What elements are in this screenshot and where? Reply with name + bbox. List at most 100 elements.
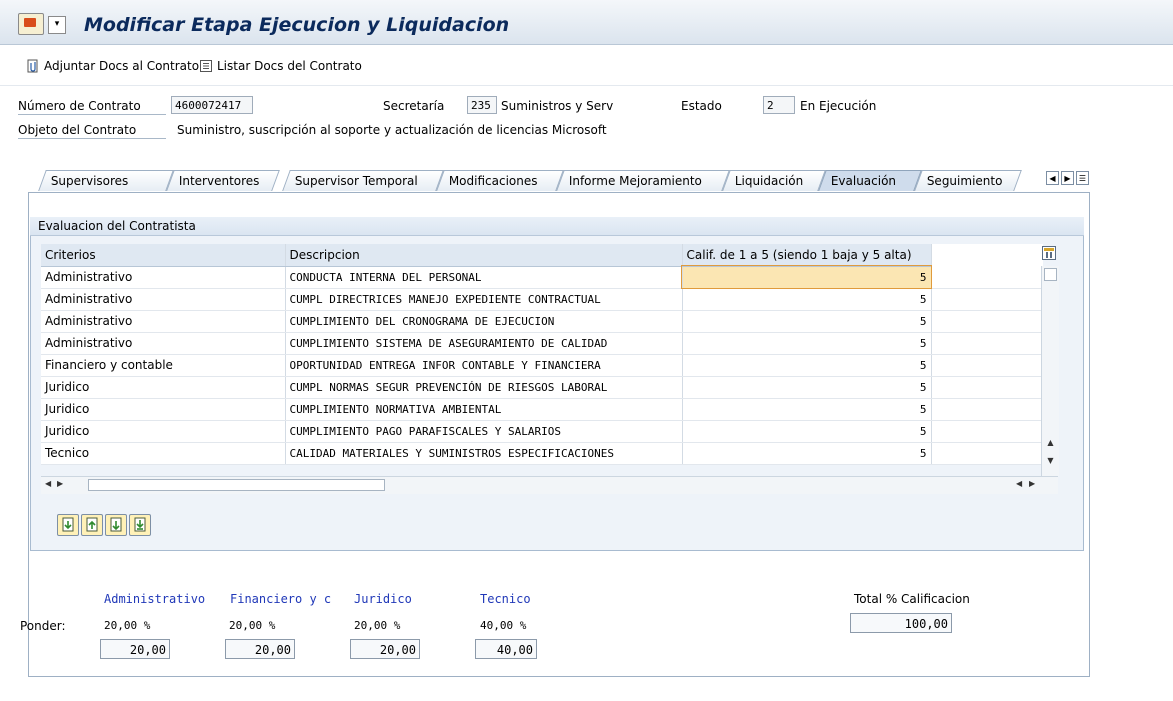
- cell-descripcion: CUMPLIMIENTO NORMATIVA AMBIENTAL: [285, 398, 683, 421]
- tab-label: Supervisor Temporal: [294, 174, 418, 188]
- objeto-label: Objeto del Contrato: [18, 123, 166, 139]
- secretaria-code-field[interactable]: 235: [467, 96, 497, 114]
- cell-calificacion-input[interactable]: 5: [682, 442, 932, 465]
- horizontal-scrollbar[interactable]: ◀ ▶ ◀ ▶: [41, 476, 1058, 494]
- append-row-icon: [86, 517, 98, 532]
- cell-descripcion: CUMPL NORMAS SEGUR PREVENCIÓN DE RIESGOS…: [285, 376, 683, 399]
- ponder-pct-administrativo: 20,00 %: [104, 619, 151, 632]
- contract-number-label: Número de Contrato: [18, 99, 166, 115]
- table-row[interactable]: Administrativo CUMPL DIRECTRICES MANEJO …: [41, 288, 1043, 311]
- move-down-icon: [110, 517, 122, 532]
- scroll-left-icon[interactable]: ◀: [45, 479, 51, 488]
- config-icon[interactable]: [1042, 246, 1056, 260]
- cell-criterio: Financiero y contable: [41, 354, 286, 377]
- estado-text: En Ejecución: [800, 99, 877, 113]
- cell-calificacion-input[interactable]: 5: [682, 288, 932, 311]
- cell-calificacion-input[interactable]: 5: [682, 354, 932, 377]
- column-header-criterios[interactable]: Criterios: [41, 244, 286, 267]
- cell-criterio: Administrativo: [41, 332, 286, 355]
- ponder-value-administrativo[interactable]: 20,00: [100, 639, 170, 659]
- column-header-calificacion[interactable]: Calif. de 1 a 5 (siendo 1 baja y 5 alta): [682, 244, 932, 267]
- ponder-pct-juridico: 20,00 %: [354, 619, 401, 632]
- cell-calificacion-input[interactable]: 5: [681, 265, 932, 289]
- insert-row-icon: [62, 517, 74, 532]
- table-row[interactable]: Juridico CUMPLIMIENTO NORMATIVA AMBIENTA…: [41, 398, 1043, 421]
- table-filler: [931, 376, 1043, 399]
- scroll-left-icon[interactable]: ◀: [1016, 479, 1022, 488]
- tab-label: Liquidación: [734, 174, 804, 188]
- table-row[interactable]: Juridico CUMPLIMIENTO PAGO PARAFISCALES …: [41, 420, 1043, 443]
- cell-calificacion-input[interactable]: 5: [682, 420, 932, 443]
- tab-label: Evaluación: [830, 174, 897, 188]
- tab-label: Informe Mejoramiento: [568, 174, 702, 188]
- table-row[interactable]: Administrativo CUMPLIMIENTO DEL CRONOGRA…: [41, 310, 1043, 333]
- contract-number-field[interactable]: 4600072417: [171, 96, 253, 114]
- cell-calificacion-input[interactable]: 5: [682, 310, 932, 333]
- tab-label: Modificaciones: [448, 174, 538, 188]
- append-row-button[interactable]: [81, 514, 103, 536]
- total-calificacion-field[interactable]: 100,00: [850, 613, 952, 633]
- tab-nav-left-icon[interactable]: ◀: [1046, 171, 1059, 185]
- cell-calificacion-input[interactable]: 5: [682, 398, 932, 421]
- list-icon: [200, 60, 212, 72]
- table-header-row: Criterios Descripcion Calif. de 1 a 5 (s…: [41, 244, 1043, 267]
- scroll-right-icon[interactable]: ▶: [1029, 479, 1035, 488]
- tab-liquidacion[interactable]: Liquidación: [722, 170, 826, 191]
- cell-descripcion: CALIDAD MATERIALES Y SUMINISTROS ESPECIF…: [285, 442, 683, 465]
- ponder-pct-financiero: 20,00 %: [229, 619, 276, 632]
- ponder-value-financiero[interactable]: 20,00: [225, 639, 295, 659]
- column-header-descripcion[interactable]: Descripcion: [285, 244, 683, 267]
- scroll-thumb[interactable]: [1044, 268, 1057, 281]
- tab-supervisor-temporal[interactable]: Supervisor Temporal: [282, 170, 444, 191]
- list-docs-label: Listar Docs del Contrato: [217, 59, 362, 73]
- cell-calificacion-input[interactable]: 5: [682, 376, 932, 399]
- tab-evaluacion[interactable]: Evaluación: [818, 170, 922, 191]
- delete-row-icon: [134, 517, 146, 532]
- attach-icon: [27, 59, 38, 73]
- tab-nav-right-icon[interactable]: ▶: [1061, 171, 1074, 185]
- table-row[interactable]: Administrativo CUMPLIMIENTO SISTEMA DE A…: [41, 332, 1043, 355]
- table-row[interactable]: Administrativo CONDUCTA INTERNA DEL PERS…: [41, 265, 1043, 289]
- ponder-value-tecnico[interactable]: 40,00: [475, 639, 537, 659]
- cell-criterio: Tecnico: [41, 442, 286, 465]
- delete-row-button[interactable]: [129, 514, 151, 536]
- ponder-header-tecnico: Tecnico: [480, 592, 531, 606]
- tab-supervisores[interactable]: Supervisores: [38, 170, 174, 191]
- list-docs-button[interactable]: Listar Docs del Contrato: [199, 59, 362, 73]
- table-filler: [931, 442, 1043, 465]
- scroll-right-icon[interactable]: ▶: [57, 479, 63, 488]
- estado-code-field[interactable]: 2: [763, 96, 795, 114]
- table-filler: [931, 288, 1043, 311]
- tab-interventores[interactable]: Interventores: [166, 170, 280, 191]
- cell-criterio: Juridico: [41, 420, 286, 443]
- scroll-down-icon[interactable]: ▼: [1044, 456, 1057, 465]
- tab-label: Seguimiento: [926, 174, 1003, 188]
- table-row[interactable]: Financiero y contable OPORTUNIDAD ENTREG…: [41, 354, 1043, 377]
- move-down-button[interactable]: [105, 514, 127, 536]
- scroll-up-icon[interactable]: ▲: [1044, 438, 1057, 447]
- tab-modificaciones[interactable]: Modificaciones: [436, 170, 564, 191]
- tab-strip: Supervisores Interventores Supervisor Te…: [28, 166, 1090, 192]
- table-filler: [931, 354, 1043, 377]
- table-filler: [931, 266, 1043, 289]
- vertical-scrollbar[interactable]: ▲ ▼: [1041, 266, 1059, 476]
- cell-calificacion-input[interactable]: 5: [682, 332, 932, 355]
- menu-icon[interactable]: ▾: [48, 16, 66, 34]
- cell-criterio: Administrativo: [41, 288, 286, 311]
- ponder-header-financiero: Financiero y c: [230, 592, 332, 606]
- ponder-header-juridico: Juridico: [354, 592, 412, 606]
- tab-list-icon[interactable]: ☰: [1076, 171, 1089, 185]
- tab-seguimiento[interactable]: Seguimiento: [914, 170, 1022, 191]
- insert-row-button[interactable]: [57, 514, 79, 536]
- cell-criterio: Administrativo: [41, 310, 286, 333]
- app-icon[interactable]: [18, 13, 44, 35]
- scroll-thumb[interactable]: [88, 479, 385, 491]
- tab-informe-mejoramiento[interactable]: Informe Mejoramiento: [556, 170, 730, 191]
- table-row[interactable]: Juridico CUMPL NORMAS SEGUR PREVENCIÓN D…: [41, 376, 1043, 399]
- cell-criterio: Juridico: [41, 398, 286, 421]
- table-row[interactable]: Tecnico CALIDAD MATERIALES Y SUMINISTROS…: [41, 442, 1043, 465]
- cell-descripcion: CUMPLIMIENTO DEL CRONOGRAMA DE EJECUCION: [285, 310, 683, 333]
- attach-docs-button[interactable]: Adjuntar Docs al Contrato: [26, 59, 199, 73]
- cell-descripcion: CUMPLIMIENTO SISTEMA DE ASEGURAMIENTO DE…: [285, 332, 683, 355]
- ponder-value-juridico[interactable]: 20,00: [350, 639, 420, 659]
